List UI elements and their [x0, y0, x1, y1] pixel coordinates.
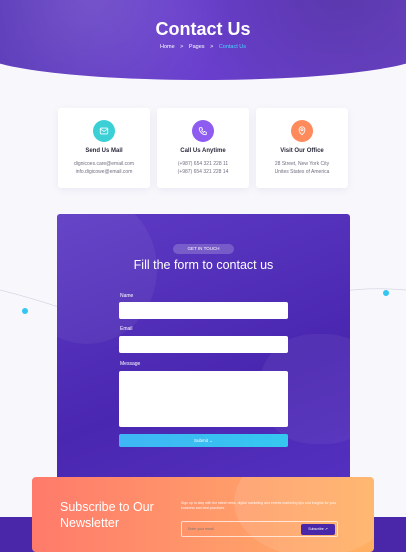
form-title: Fill the form to contact us [133, 258, 274, 272]
breadcrumb-home[interactable]: Home [160, 44, 175, 50]
newsletter-form: Subscribe ↗ [181, 521, 338, 537]
phone-icon [192, 120, 214, 142]
subscribe-button[interactable]: Subscribe ↗ [301, 524, 335, 535]
breadcrumb: Home > Pages > Contact Us [0, 44, 406, 50]
contact-form-panel: GET IN TOUCH Fill the form to contact us… [57, 214, 350, 484]
submit-label: Submit [193, 438, 208, 443]
hero-banner: Contact Us Home > Pages > Contact Us [0, 0, 406, 84]
message-label: Message [120, 361, 141, 367]
hero-background [0, 0, 406, 80]
breadcrumb-pages[interactable]: Pages [189, 44, 205, 50]
newsletter-email-input[interactable] [188, 522, 288, 536]
email-label: Email [120, 326, 133, 332]
email-field[interactable] [119, 336, 288, 353]
card-line: (+987) 654 321 228 14 [177, 169, 229, 175]
envelope-icon [93, 120, 115, 142]
card-title: Visit Our Office [280, 148, 324, 154]
card-line: info.digicowe@email.com [75, 169, 133, 175]
name-field[interactable] [119, 302, 288, 319]
name-label: Name [120, 293, 134, 299]
subscribe-label: Subscribe [308, 527, 324, 531]
breadcrumb-separator: > [180, 44, 184, 50]
breadcrumb-separator: > [210, 44, 214, 50]
mail-info-card: Send Us Mail dignicoes.care@email.com in… [58, 108, 150, 188]
office-info-card: Visit Our Office 28 Street, New York Cit… [256, 108, 348, 188]
newsletter-description: Sign up to stay with the latest news, di… [181, 501, 337, 510]
chevron-down-icon: ⌄ [209, 438, 214, 443]
decorative-dot [22, 308, 28, 314]
submit-button[interactable]: Submit ⌄ [119, 434, 288, 447]
card-line: (+987) 654 321 228 11 [177, 161, 229, 167]
card-title: Call Us Anytime [180, 148, 226, 154]
breadcrumb-current: Contact Us [218, 44, 247, 50]
phone-info-card: Call Us Anytime (+987) 654 321 228 11 (+… [157, 108, 249, 188]
message-field[interactable] [119, 371, 288, 427]
location-icon [291, 120, 313, 142]
decorative-dot [383, 290, 389, 296]
arrow-icon: ↗ [324, 527, 328, 531]
card-line: 28 Street, New York City [274, 161, 330, 167]
page-title: Contact Us [155, 19, 251, 39]
card-line: Unites States of America [274, 169, 330, 175]
get-in-touch-badge: GET IN TOUCH [173, 244, 234, 254]
newsletter-title: Subscribe to Our Newsletter [60, 500, 154, 530]
card-line: dignicoes.care@email.com [73, 161, 135, 167]
card-title: Send Us Mail [85, 148, 123, 154]
newsletter-section: Subscribe to Our Newsletter Sign up to s… [32, 477, 374, 552]
